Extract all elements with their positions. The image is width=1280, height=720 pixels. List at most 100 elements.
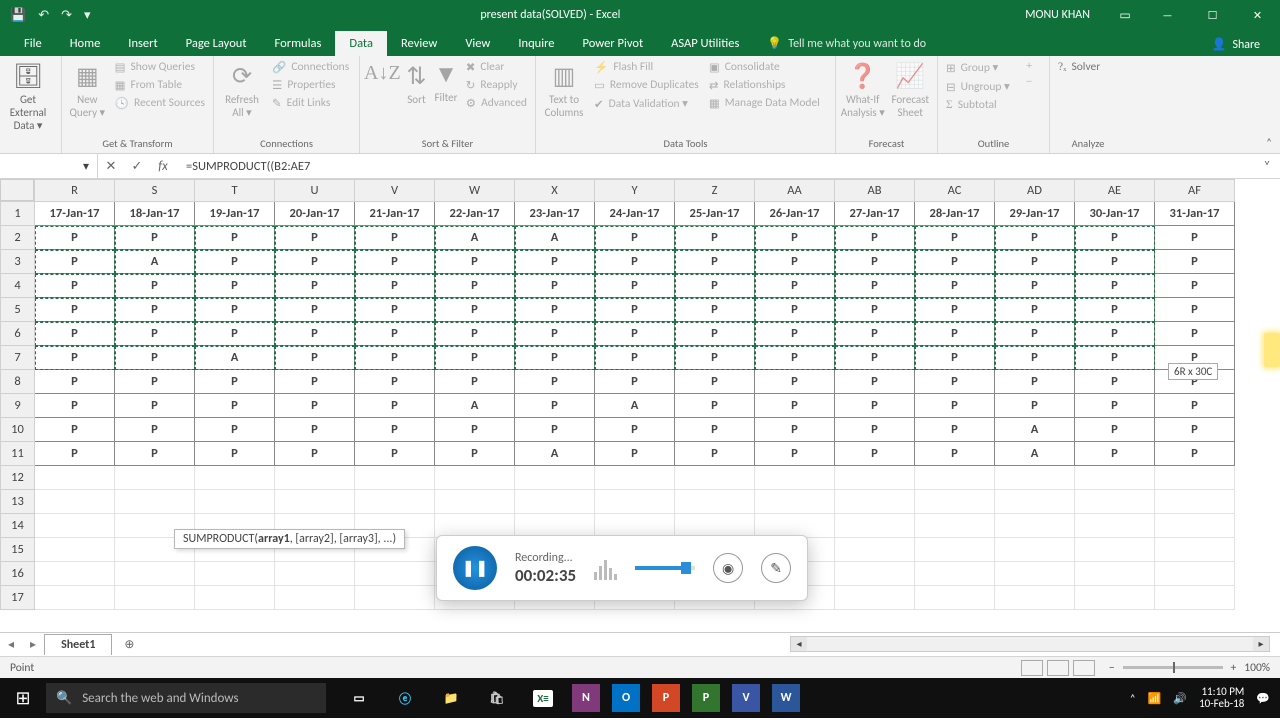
refresh-all-button[interactable]: ⟳Refresh All ▾ <box>218 59 266 119</box>
empty-cell[interactable] <box>515 490 595 514</box>
data-cell[interactable]: P <box>1075 346 1155 370</box>
empty-cell[interactable] <box>1075 514 1155 538</box>
data-cell[interactable]: P <box>35 442 115 466</box>
data-cell[interactable]: P <box>915 370 995 394</box>
tell-me-search[interactable]: 💡 Tell me what you want to do <box>753 31 940 56</box>
empty-cell[interactable] <box>995 490 1075 514</box>
powerpoint-app[interactable]: P <box>652 684 680 712</box>
empty-cell[interactable] <box>275 586 355 610</box>
empty-cell[interactable] <box>995 514 1075 538</box>
data-cell[interactable]: P <box>115 274 195 298</box>
data-cell[interactable]: P <box>1155 226 1235 250</box>
data-cell[interactable]: A <box>995 442 1075 466</box>
empty-cell[interactable] <box>115 562 195 586</box>
undo-icon[interactable]: ↶ <box>38 8 49 23</box>
data-cell[interactable]: P <box>755 274 835 298</box>
data-cell[interactable]: P <box>35 346 115 370</box>
connections-button[interactable]: 🔗Connections <box>268 59 353 75</box>
data-cell[interactable]: P <box>195 442 275 466</box>
column-header[interactable]: V <box>355 180 435 202</box>
row-header[interactable]: 12 <box>1 466 35 490</box>
empty-cell[interactable] <box>915 538 995 562</box>
data-cell[interactable]: P <box>515 250 595 274</box>
data-cell[interactable]: P <box>355 394 435 418</box>
column-header[interactable]: AA <box>755 180 835 202</box>
empty-cell[interactable] <box>35 562 115 586</box>
column-header[interactable]: R <box>35 180 115 202</box>
data-cell[interactable]: P <box>35 274 115 298</box>
date-header-cell[interactable]: 28-Jan-17 <box>915 202 995 226</box>
data-cell[interactable]: P <box>275 250 355 274</box>
empty-cell[interactable] <box>515 514 595 538</box>
data-cell[interactable]: P <box>1155 250 1235 274</box>
data-cell[interactable]: P <box>595 274 675 298</box>
zoom-level[interactable]: 100% <box>1244 661 1270 675</box>
date-header-cell[interactable]: 27-Jan-17 <box>835 202 915 226</box>
column-header[interactable]: T <box>195 180 275 202</box>
column-header[interactable]: AE <box>1075 180 1155 202</box>
date-header-cell[interactable]: 30-Jan-17 <box>1075 202 1155 226</box>
empty-cell[interactable] <box>35 538 115 562</box>
tab-formulas[interactable]: Formulas <box>261 31 336 56</box>
visio-app[interactable]: V <box>732 684 760 712</box>
relationships-button[interactable]: ⇄Relationships <box>705 77 824 93</box>
empty-cell[interactable] <box>1155 562 1235 586</box>
tab-review[interactable]: Review <box>387 31 451 56</box>
qat-more-icon[interactable]: ▾ <box>84 8 91 23</box>
store-app[interactable]: 🛍 <box>474 678 520 718</box>
tray-up-icon[interactable]: ˄ <box>1130 692 1136 705</box>
data-cell[interactable]: P <box>1075 442 1155 466</box>
data-cell[interactable]: P <box>435 442 515 466</box>
data-cell[interactable]: P <box>675 322 755 346</box>
date-header-cell[interactable]: 29-Jan-17 <box>995 202 1075 226</box>
data-cell[interactable]: A <box>515 226 595 250</box>
data-cell[interactable]: P <box>515 418 595 442</box>
data-cell[interactable]: P <box>675 346 755 370</box>
tab-data[interactable]: Data <box>335 31 387 56</box>
data-cell[interactable]: P <box>595 322 675 346</box>
ribbon-display-icon[interactable]: ▭ <box>1105 8 1145 23</box>
data-cell[interactable]: P <box>1155 442 1235 466</box>
share-button[interactable]: 👤 Share <box>1201 33 1270 56</box>
empty-cell[interactable] <box>675 466 755 490</box>
tab-file[interactable]: File <box>10 31 56 56</box>
screen-recorder-widget[interactable]: ❚❚ Recording... 00:02:35 ◉ ✎ <box>436 535 808 601</box>
row-header[interactable]: 3 <box>1 250 35 274</box>
empty-cell[interactable] <box>675 514 755 538</box>
date-header-cell[interactable]: 20-Jan-17 <box>275 202 355 226</box>
task-view-button[interactable]: ▭ <box>336 678 382 718</box>
empty-cell[interactable] <box>835 466 915 490</box>
hide-detail-button[interactable]: − <box>1022 75 1037 89</box>
data-cell[interactable]: P <box>755 370 835 394</box>
group-button[interactable]: ⊞Group ▾ <box>942 59 1014 76</box>
data-cell[interactable]: P <box>1155 418 1235 442</box>
column-header[interactable]: S <box>115 180 195 202</box>
data-cell[interactable]: P <box>1155 274 1235 298</box>
data-cell[interactable]: P <box>995 322 1075 346</box>
date-header-cell[interactable]: 24-Jan-17 <box>595 202 675 226</box>
data-cell[interactable]: P <box>835 442 915 466</box>
empty-cell[interactable] <box>1075 538 1155 562</box>
show-detail-button[interactable]: + <box>1022 59 1037 73</box>
data-cell[interactable]: P <box>515 394 595 418</box>
data-cell[interactable]: P <box>115 298 195 322</box>
maximize-button[interactable]: ☐ <box>1190 0 1235 30</box>
column-header[interactable]: AB <box>835 180 915 202</box>
data-cell[interactable]: P <box>915 346 995 370</box>
data-cell[interactable]: P <box>755 346 835 370</box>
data-cell[interactable]: P <box>115 442 195 466</box>
empty-cell[interactable] <box>195 586 275 610</box>
data-cell[interactable]: P <box>995 250 1075 274</box>
data-cell[interactable]: P <box>1155 322 1235 346</box>
data-cell[interactable]: P <box>115 370 195 394</box>
column-header[interactable]: Y <box>595 180 675 202</box>
data-cell[interactable]: P <box>435 274 515 298</box>
tab-view[interactable]: View <box>451 31 504 56</box>
data-cell[interactable]: P <box>755 442 835 466</box>
empty-cell[interactable] <box>1155 490 1235 514</box>
name-box[interactable]: ▾ <box>0 154 98 178</box>
data-cell[interactable]: P <box>275 394 355 418</box>
data-cell[interactable]: P <box>675 442 755 466</box>
sheet-nav-prev[interactable]: ◂ <box>0 637 22 652</box>
solver-button[interactable]: ?ₓSolver <box>1054 59 1104 75</box>
